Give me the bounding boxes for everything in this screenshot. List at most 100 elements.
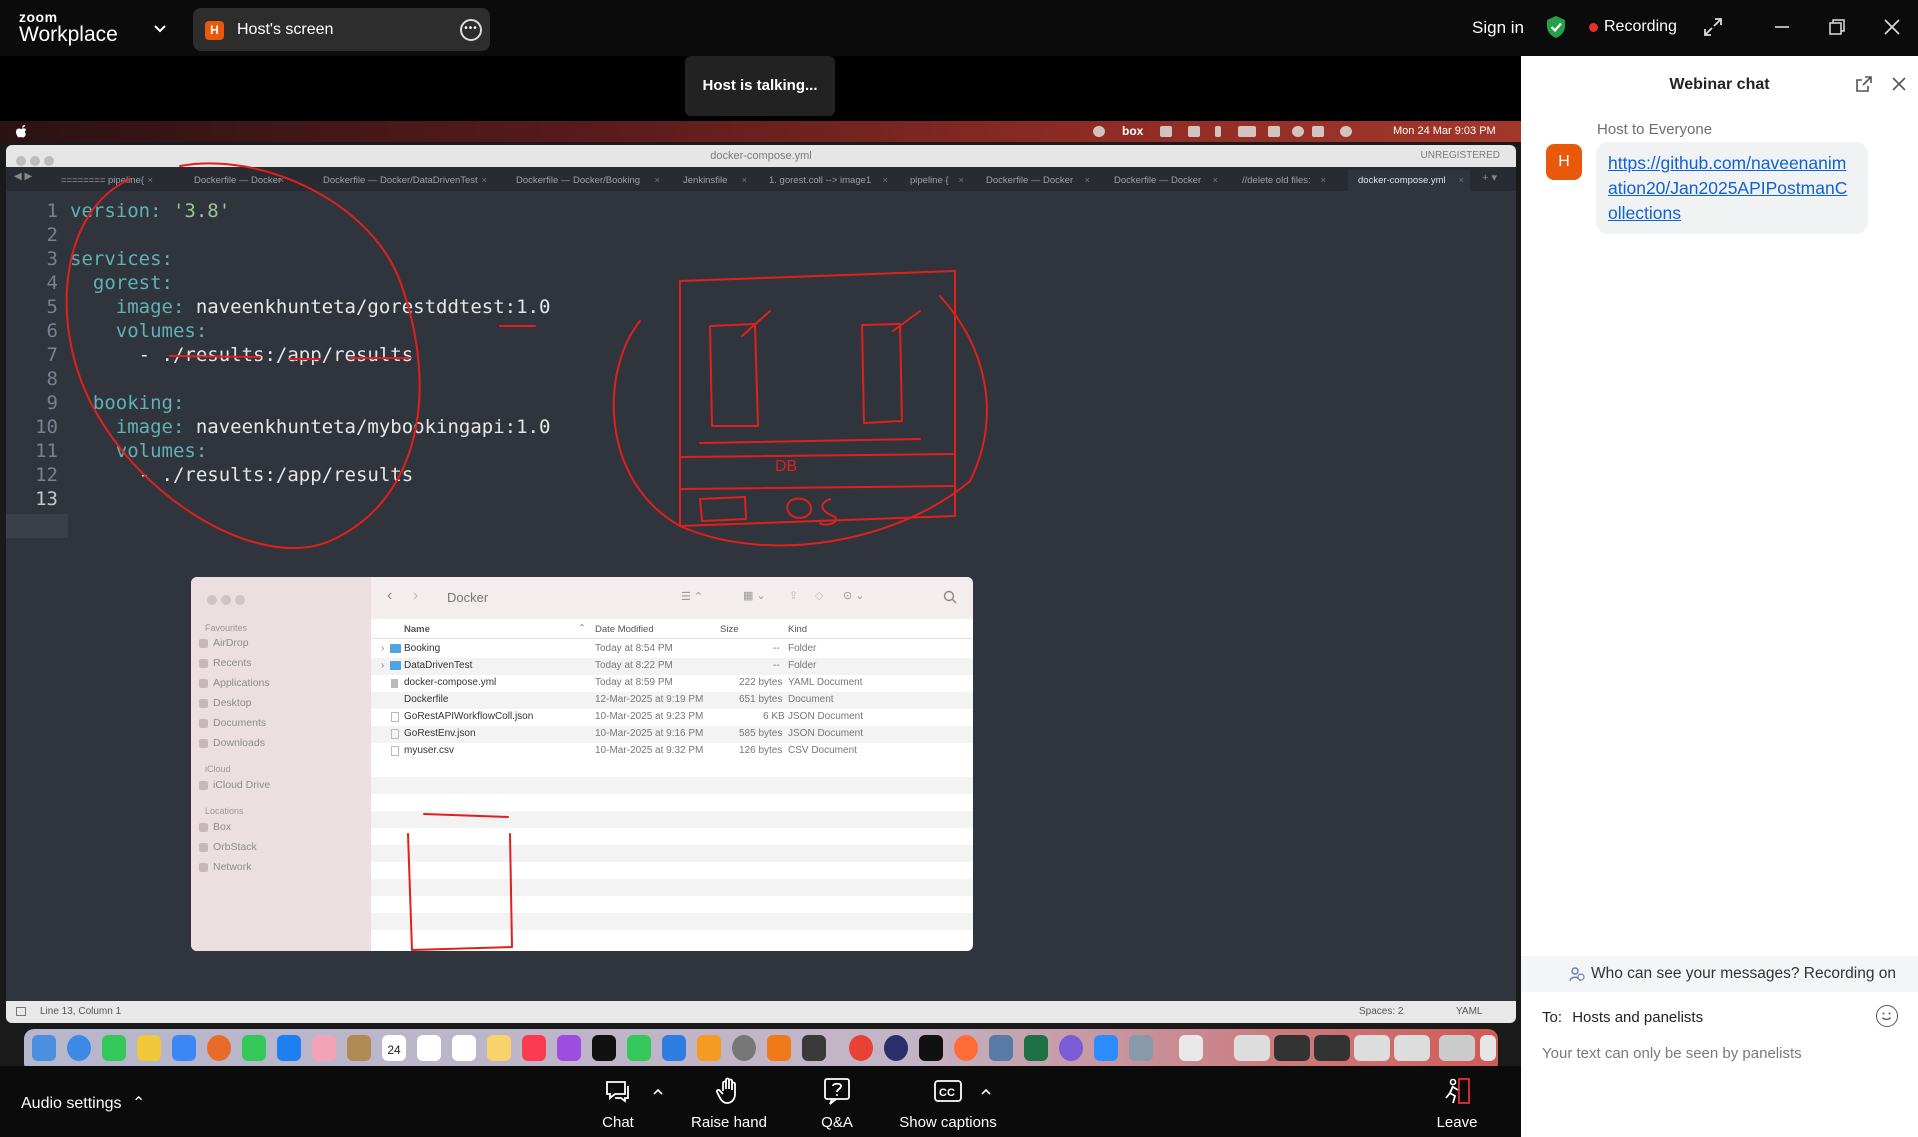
- captions-chevron-up-icon[interactable]: [980, 1086, 992, 1098]
- calendar-app-icon[interactable]: 24: [382, 1035, 406, 1061]
- chat-button[interactable]: Chat: [591, 1066, 645, 1137]
- podcasts-app-icon[interactable]: [557, 1035, 581, 1061]
- close-window-icon[interactable]: [1881, 16, 1903, 38]
- leave-button[interactable]: Leave: [1430, 1066, 1484, 1137]
- document-stack-icon[interactable]: [1179, 1035, 1203, 1061]
- grid-view-icon[interactable]: ▦ ⌄: [743, 589, 766, 602]
- sidebar-item-applications[interactable]: Applications: [199, 677, 270, 689]
- disclosure-triangle-icon[interactable]: ›: [381, 660, 384, 671]
- editor-tab[interactable]: Dockerfile — Docker ×: [1104, 170, 1224, 191]
- recipient-selector[interactable]: To: Hosts and panelists: [1542, 1009, 1703, 1026]
- terminal-app-icon[interactable]: [919, 1035, 943, 1061]
- sidebar-item-network[interactable]: Network: [199, 861, 252, 873]
- chat-chevron-up-icon[interactable]: [652, 1086, 664, 1098]
- column-header-size[interactable]: Size: [720, 624, 738, 635]
- finder-row-file[interactable]: Dockerfile 12-Mar-2025 at 9:19 PM 651 by…: [371, 692, 973, 709]
- editor-tab[interactable]: Jenkinsfile ×: [673, 170, 753, 191]
- action-menu-icon[interactable]: ⊙ ⌄: [843, 589, 865, 602]
- new-tab-icon[interactable]: + ▾: [1482, 171, 1497, 184]
- editor-tab[interactable]: Dockerfile — Docker/Booking ×: [506, 170, 666, 191]
- eclipse-app-icon[interactable]: [884, 1035, 908, 1061]
- code-line[interactable]: booking:: [70, 392, 185, 414]
- recent-window-thumbnail[interactable]: [1274, 1035, 1310, 1061]
- finder-row-file[interactable]: GoRestEnv.json 10-Mar-2025 at 9:16 PM 58…: [371, 726, 973, 743]
- who-can-see-banner[interactable]: Who can see your messages? Recording on: [1521, 956, 1918, 992]
- sidebar-toggle-icon[interactable]: [16, 1007, 26, 1016]
- zoom-app-icon[interactable]: [1094, 1035, 1118, 1061]
- finder-row-file[interactable]: docker-compose.yml Today at 8:59 PM 222 …: [371, 675, 973, 692]
- sidebar-item-downloads[interactable]: Downloads: [199, 737, 265, 749]
- firefox-app-icon[interactable]: [207, 1035, 231, 1061]
- code-line[interactable]: services:: [70, 248, 173, 270]
- code-line[interactable]: gorest:: [70, 272, 173, 294]
- code-line[interactable]: volumes:: [70, 320, 208, 342]
- screen-app-icon[interactable]: [1129, 1035, 1153, 1061]
- contacts-app-icon[interactable]: [347, 1035, 371, 1061]
- appstore-app-icon[interactable]: [277, 1035, 301, 1061]
- recording-label[interactable]: Recording: [1604, 18, 1677, 36]
- launchpad-app-icon[interactable]: [137, 1035, 161, 1061]
- keynote-app-icon[interactable]: [662, 1035, 686, 1061]
- code-line[interactable]: - ./results:/app/results: [70, 464, 414, 486]
- code-line[interactable]: image: naveenkhunteta/mybookingapi:1.0: [70, 416, 551, 438]
- message-link[interactable]: https://github.com/naveenanimation20/Jan…: [1608, 153, 1847, 223]
- tab-nav-arrows-icon[interactable]: ◀ ▶: [14, 171, 32, 182]
- sidebar-item-desktop[interactable]: Desktop: [199, 697, 252, 709]
- more-options-icon[interactable]: •••: [460, 19, 482, 41]
- finder-row-folder[interactable]: › Booking Today at 8:54 PM -- Folder: [371, 641, 973, 658]
- finder-app-icon[interactable]: [32, 1035, 56, 1061]
- raise-hand-button[interactable]: Raise hand: [686, 1066, 772, 1137]
- audio-settings-button[interactable]: Audio settings ⌃: [21, 1093, 145, 1113]
- recent-window-thumbnail[interactable]: [1394, 1035, 1430, 1061]
- window-traffic-lights[interactable]: [207, 592, 249, 610]
- editor-tab[interactable]: 1. gorest.coll --> image1 ×: [759, 170, 894, 191]
- disclosure-triangle-icon[interactable]: ›: [381, 643, 384, 654]
- music-app-icon[interactable]: [522, 1035, 546, 1061]
- minimize-icon[interactable]: [1771, 16, 1793, 38]
- editor-tab[interactable]: ======== pipeline{×: [51, 170, 159, 191]
- safari-app-icon[interactable]: [67, 1035, 91, 1061]
- qa-button[interactable]: Q&A: [810, 1066, 864, 1137]
- excel-app-icon[interactable]: [1024, 1035, 1048, 1061]
- freeform-app-icon[interactable]: [417, 1035, 441, 1061]
- indentation-setting[interactable]: Spaces: 2: [1359, 1001, 1403, 1023]
- reminders-app-icon[interactable]: [452, 1035, 476, 1061]
- sublime-app-icon[interactable]: [767, 1035, 791, 1061]
- code-line[interactable]: - ./results:/app/results: [70, 344, 414, 366]
- share-icon[interactable]: ⇪: [789, 589, 798, 602]
- shield-check-icon[interactable]: [1545, 15, 1567, 39]
- column-header-name[interactable]: Name: [404, 624, 430, 635]
- postman-app-icon[interactable]: [954, 1035, 978, 1061]
- finder-row-folder[interactable]: › DataDrivenTest Today at 8:22 PM -- Fol…: [371, 658, 973, 675]
- editor-tab-active[interactable]: docker-compose.yml ×: [1348, 170, 1470, 191]
- list-view-icon[interactable]: ☰ ⌃: [681, 590, 703, 603]
- pages-app-icon[interactable]: [697, 1035, 721, 1061]
- recent-window-thumbnail[interactable]: [1234, 1035, 1270, 1061]
- settings-app-icon[interactable]: [732, 1035, 756, 1061]
- facetime-app-icon[interactable]: [102, 1035, 126, 1061]
- close-chat-icon[interactable]: [1889, 74, 1909, 94]
- syntax-setting[interactable]: YAML: [1456, 1001, 1483, 1023]
- notes-app-icon[interactable]: [487, 1035, 511, 1061]
- terminal-alt-app-icon[interactable]: [802, 1035, 826, 1061]
- tv-app-icon[interactable]: [592, 1035, 616, 1061]
- chevron-down-icon[interactable]: [150, 18, 170, 38]
- sign-in-button[interactable]: Sign in: [1472, 18, 1524, 38]
- mail-app-icon[interactable]: [172, 1035, 196, 1061]
- tag-icon[interactable]: ◇: [815, 589, 823, 602]
- editor-tab[interactable]: Dockerfile — Docker/DataDrivenTest ×: [313, 170, 493, 191]
- editor-tab[interactable]: Dockerfile — Docker ×: [184, 170, 290, 191]
- editor-tab[interactable]: //delete old files: ×: [1232, 170, 1332, 191]
- orbstack-app-icon[interactable]: [1059, 1035, 1083, 1061]
- search-icon[interactable]: [943, 590, 957, 604]
- back-icon[interactable]: ‹: [387, 587, 392, 605]
- trash-icon[interactable]: [1480, 1035, 1496, 1061]
- messages-app-icon[interactable]: [242, 1035, 266, 1061]
- photos-app-icon[interactable]: [312, 1035, 336, 1061]
- pop-out-icon[interactable]: [1854, 74, 1874, 94]
- editor-tab[interactable]: pipeline {×: [900, 170, 970, 191]
- sidebar-item-box[interactable]: Box: [198, 821, 231, 833]
- emoji-icon[interactable]: [1876, 1005, 1898, 1027]
- column-header-kind[interactable]: Kind: [788, 624, 807, 635]
- sidebar-item-documents[interactable]: Documents: [198, 717, 266, 729]
